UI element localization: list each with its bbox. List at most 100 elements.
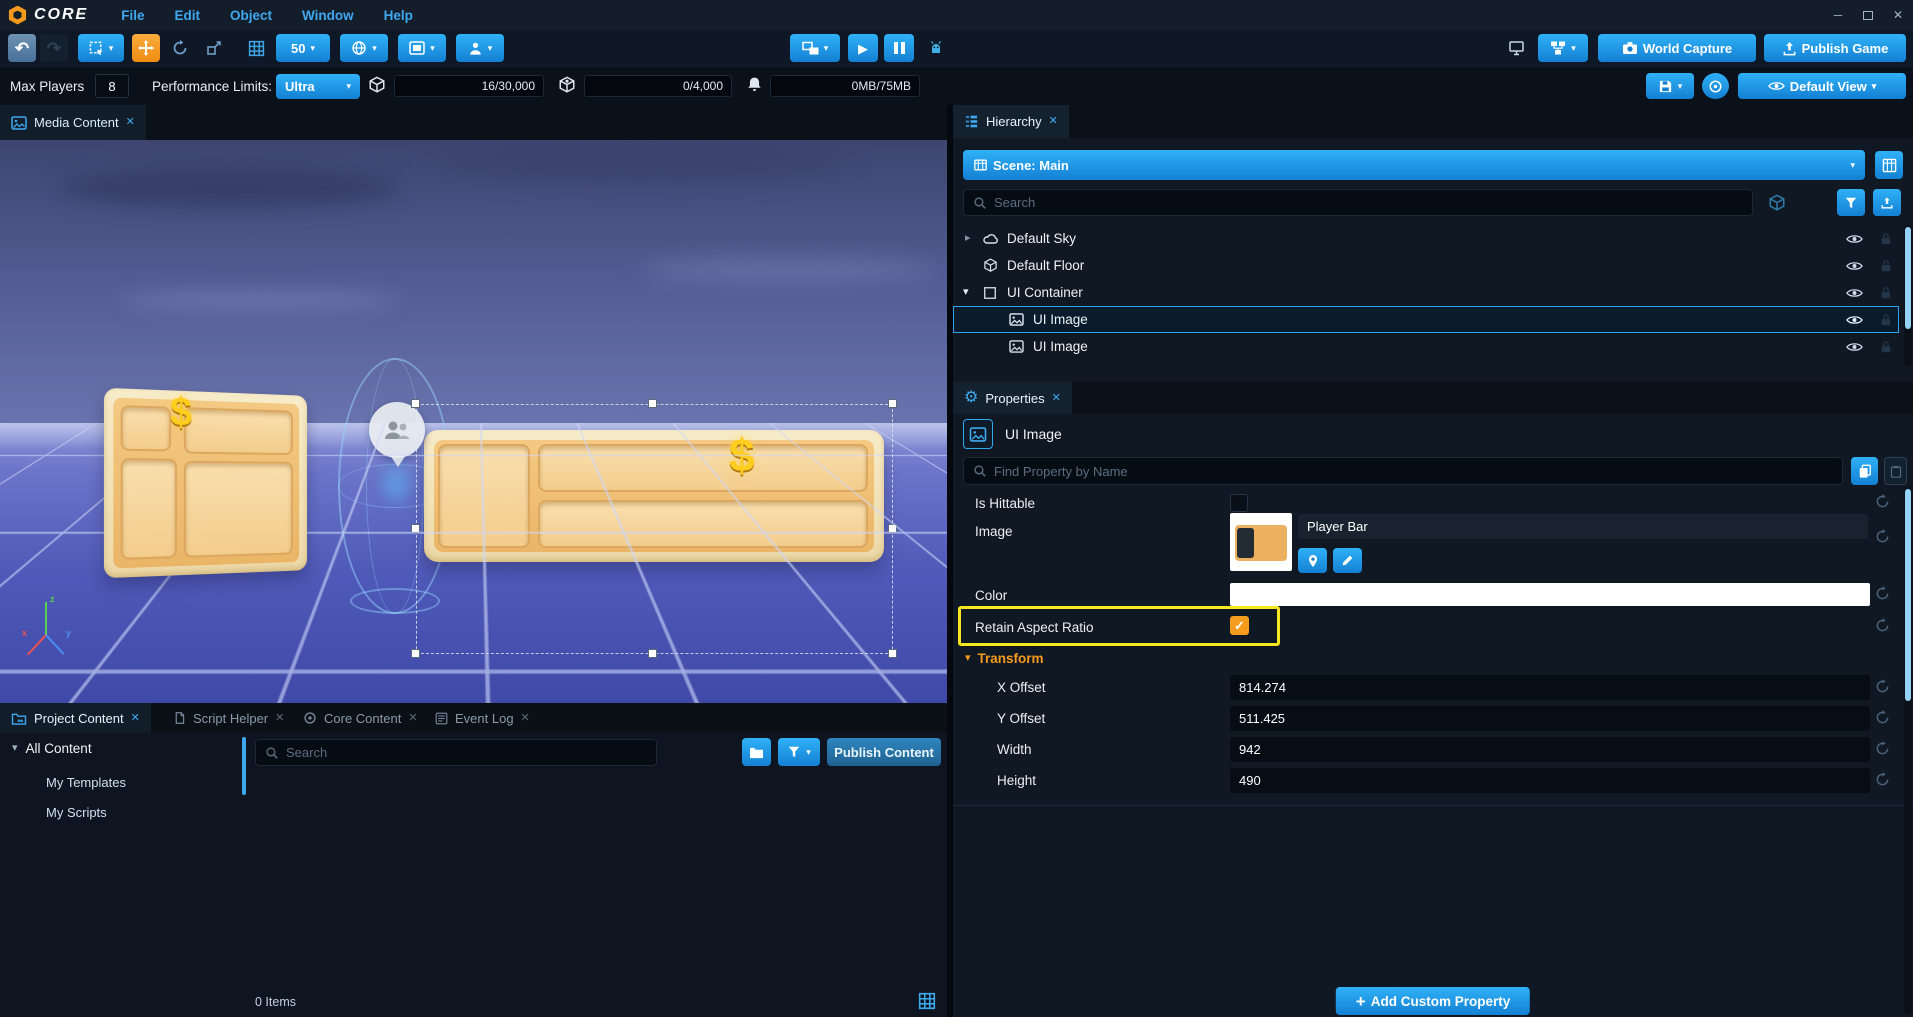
tab-core-content[interactable]: Core Content ✕: [292, 703, 429, 733]
publish-content-button[interactable]: Publish Content: [827, 738, 941, 766]
project-filter-dropdown[interactable]: ▾: [778, 738, 820, 766]
tree-item-default-floor[interactable]: Default Floor: [953, 252, 1899, 279]
tab-project-content[interactable]: Project Content ✕: [0, 703, 151, 733]
reset-property-icon[interactable]: [1875, 529, 1890, 544]
scene-manager-button[interactable]: [1875, 151, 1903, 179]
expander-icon[interactable]: ▸: [965, 233, 971, 244]
reset-property-icon[interactable]: [1875, 710, 1890, 725]
paste-properties-button[interactable]: [1884, 457, 1907, 485]
close-tab-icon[interactable]: ✕: [1052, 393, 1061, 404]
image-asset-field[interactable]: Player Bar: [1298, 514, 1868, 539]
debug-droid-button[interactable]: [922, 34, 950, 62]
hierarchy-filter-button[interactable]: [1837, 189, 1865, 216]
tree-item-ui-image[interactable]: UI Image: [953, 333, 1899, 360]
color-swatch[interactable]: [1230, 583, 1870, 606]
save-dropdown[interactable]: ▾: [1646, 73, 1694, 99]
new-folder-button[interactable]: [742, 738, 771, 766]
is-hittable-checkbox[interactable]: [1230, 494, 1248, 512]
lock-icon[interactable]: [1880, 259, 1892, 273]
reset-property-icon[interactable]: [1875, 741, 1890, 756]
reset-property-icon[interactable]: [1875, 618, 1890, 633]
default-view-dropdown[interactable]: Default View ▾: [1738, 73, 1906, 99]
expander-icon[interactable]: ▾: [963, 287, 969, 298]
visibility-eye-icon[interactable]: [1846, 314, 1863, 326]
property-search-input[interactable]: [994, 464, 1833, 479]
copy-properties-button[interactable]: [1851, 457, 1878, 485]
tab-hierarchy[interactable]: Hierarchy ✕: [953, 105, 1069, 138]
gizmo-space-dropdown[interactable]: ▾: [340, 34, 388, 62]
visibility-eye-icon[interactable]: [1846, 287, 1863, 299]
scale-tool-button[interactable]: [200, 34, 228, 62]
maximize-button[interactable]: [1853, 0, 1883, 30]
publish-game-button[interactable]: Publish Game: [1764, 34, 1906, 62]
close-window-button[interactable]: ✕: [1883, 0, 1913, 30]
rotate-tool-button[interactable]: [166, 34, 194, 62]
undo-button[interactable]: ↶: [8, 34, 36, 62]
tab-event-log[interactable]: Event Log ✕: [424, 703, 541, 733]
all-content-item[interactable]: ▾ All Content: [12, 741, 92, 756]
tab-script-helper[interactable]: Script Helper ✕: [162, 703, 295, 733]
menu-help[interactable]: Help: [369, 8, 428, 23]
play-button[interactable]: ▶: [848, 34, 878, 62]
performance-dropdown[interactable]: Ultra ▾: [276, 74, 360, 99]
selection-mode-dropdown[interactable]: ▾: [78, 34, 124, 62]
hierarchy-search-input[interactable]: [994, 195, 1743, 210]
transform-section-header[interactable]: ▾ Transform: [965, 651, 1044, 666]
network-test-dropdown[interactable]: ▾: [1538, 34, 1588, 62]
selection-handle[interactable]: [888, 524, 897, 533]
selection-handle[interactable]: [411, 524, 420, 533]
selection-handle[interactable]: [411, 399, 420, 408]
selection-handle[interactable]: [888, 399, 897, 408]
project-search-input[interactable]: [286, 745, 647, 760]
x-offset-field[interactable]: 814.274: [1230, 675, 1870, 700]
viewport[interactable]: $ $ z x y: [0, 140, 947, 703]
preview-monitor-button[interactable]: [1502, 34, 1530, 62]
close-tab-icon[interactable]: ✕: [131, 713, 140, 724]
filter-by-type-button[interactable]: [1765, 191, 1789, 215]
reset-property-icon[interactable]: [1875, 772, 1890, 787]
close-tab-icon[interactable]: ✕: [521, 713, 530, 724]
tree-scrollbar[interactable]: [242, 737, 246, 795]
move-tool-button[interactable]: [132, 34, 160, 62]
y-offset-field[interactable]: 511.425: [1230, 706, 1870, 731]
visibility-eye-icon[interactable]: [1846, 233, 1863, 245]
reset-property-icon[interactable]: [1875, 494, 1890, 509]
hierarchy-import-button[interactable]: [1873, 189, 1901, 216]
max-players-field[interactable]: 8: [95, 74, 129, 98]
menu-edit[interactable]: Edit: [160, 8, 216, 23]
visibility-eye-icon[interactable]: [1846, 260, 1863, 272]
reset-property-icon[interactable]: [1875, 679, 1890, 694]
close-tab-icon[interactable]: ✕: [126, 117, 135, 128]
help-target-button[interactable]: [1702, 73, 1729, 99]
grid-view-button[interactable]: [914, 988, 940, 1014]
edit-asset-button[interactable]: [1333, 548, 1362, 573]
redo-button[interactable]: ↷: [40, 34, 68, 62]
height-field[interactable]: 490: [1230, 768, 1870, 793]
screen-size-dropdown[interactable]: ▾: [398, 34, 446, 62]
selection-handle[interactable]: [648, 649, 657, 658]
hierarchy-scrollbar[interactable]: [1904, 225, 1912, 367]
close-tab-icon[interactable]: ✕: [1049, 116, 1058, 127]
lock-icon[interactable]: [1880, 232, 1892, 246]
properties-scrollbar[interactable]: [1904, 487, 1912, 1015]
menu-file[interactable]: File: [106, 8, 159, 23]
camera-mode-dropdown[interactable]: ▾: [456, 34, 504, 62]
close-tab-icon[interactable]: ✕: [408, 713, 417, 724]
snap-size-dropdown[interactable]: 50 ▾: [276, 34, 330, 62]
folder-my-templates[interactable]: My Templates: [46, 775, 126, 790]
tree-item-ui-container[interactable]: ▾ UI Container: [953, 279, 1899, 306]
world-capture-button[interactable]: World Capture: [1598, 34, 1756, 62]
snap-to-grid-button[interactable]: [242, 34, 270, 62]
lock-icon[interactable]: [1880, 313, 1892, 327]
add-custom-property-button[interactable]: + Add Custom Property: [1336, 987, 1530, 1015]
lock-icon[interactable]: [1880, 286, 1892, 300]
ui-image-object-left[interactable]: $: [104, 388, 307, 578]
scene-dropdown[interactable]: Scene: Main ▾: [963, 150, 1865, 180]
visibility-eye-icon[interactable]: [1846, 341, 1863, 353]
pick-asset-button[interactable]: [1298, 548, 1327, 573]
menu-window[interactable]: Window: [287, 8, 369, 23]
selection-handle[interactable]: [648, 399, 657, 408]
selection-handle[interactable]: [411, 649, 420, 658]
selection-handle[interactable]: [888, 649, 897, 658]
image-thumbnail[interactable]: [1230, 513, 1292, 571]
